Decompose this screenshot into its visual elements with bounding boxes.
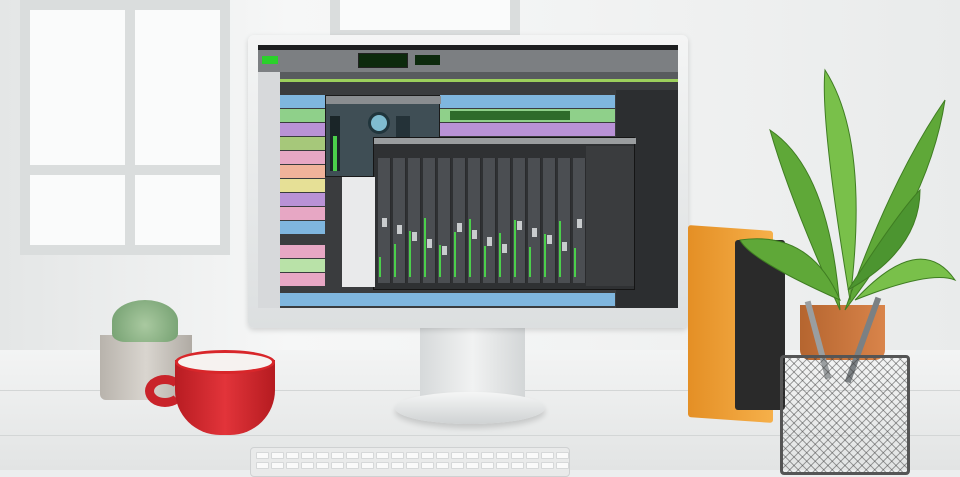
key (451, 452, 464, 459)
key (511, 452, 524, 459)
fader (577, 219, 582, 228)
fader (442, 246, 447, 255)
key (481, 462, 494, 469)
level-meter (559, 221, 561, 277)
level-meter (529, 247, 531, 277)
key (331, 452, 344, 459)
channel-strip (558, 158, 571, 283)
key (286, 452, 299, 459)
fader (427, 239, 432, 248)
key (436, 452, 449, 459)
key (526, 452, 539, 459)
channel-strip (453, 158, 466, 283)
key (541, 452, 554, 459)
key (361, 462, 374, 469)
ruler (280, 72, 678, 82)
key (451, 462, 464, 469)
fader (562, 242, 567, 251)
channel-strip (543, 158, 556, 283)
key (346, 462, 359, 469)
key (466, 452, 479, 459)
channel-strip (438, 158, 451, 283)
fader (397, 225, 402, 234)
fader (517, 221, 522, 230)
daw-screen (258, 45, 678, 308)
fader (412, 232, 417, 241)
channel-strip (513, 158, 526, 283)
key (301, 462, 314, 469)
channel-strip (393, 158, 406, 283)
key (421, 452, 434, 459)
fader (502, 244, 507, 253)
key (391, 462, 404, 469)
key (256, 462, 269, 469)
key (391, 452, 404, 459)
key (346, 452, 359, 459)
fader (547, 235, 552, 244)
key (331, 462, 344, 469)
level-meter (424, 218, 426, 277)
fader (472, 230, 477, 239)
level-meter (409, 231, 411, 277)
level-meter (499, 233, 501, 277)
key (301, 452, 314, 459)
key (496, 462, 509, 469)
toolbar (258, 50, 678, 72)
key (436, 462, 449, 469)
channel-strip (528, 158, 541, 283)
channel-strip (408, 158, 421, 283)
key (376, 452, 389, 459)
succulent (112, 300, 178, 342)
channel-strip (378, 158, 391, 283)
key (541, 462, 554, 469)
level-meter (544, 234, 546, 277)
channel-strip (423, 158, 436, 283)
key (271, 462, 284, 469)
potted-plant (739, 68, 957, 311)
key (316, 462, 329, 469)
edit-panel (342, 177, 375, 287)
level-meter (469, 219, 471, 277)
key (316, 452, 329, 459)
channel-strip (468, 158, 481, 283)
key (556, 452, 569, 459)
mixer-window (373, 137, 636, 290)
level-meter (484, 246, 486, 277)
key (526, 462, 539, 469)
window-upper (330, 0, 520, 40)
key (376, 462, 389, 469)
key (511, 462, 524, 469)
key (256, 452, 269, 459)
key (406, 462, 419, 469)
level-meter (439, 245, 441, 277)
monitor-base (395, 392, 545, 424)
channel-strip (498, 158, 511, 283)
fader (532, 228, 537, 237)
key (421, 462, 434, 469)
cup-rim (175, 350, 275, 374)
level-meter (514, 220, 516, 277)
window (20, 0, 230, 255)
key (286, 462, 299, 469)
channel-strip (573, 158, 586, 283)
key (556, 462, 569, 469)
pencil-holder (780, 355, 910, 475)
fader (382, 218, 387, 227)
channel-strip (483, 158, 496, 283)
level-meter (574, 248, 576, 277)
key (496, 452, 509, 459)
clip-list (258, 72, 280, 308)
key (406, 452, 419, 459)
fader (487, 237, 492, 246)
keyboard (250, 447, 570, 477)
fader (457, 223, 462, 232)
monitor-stand (420, 328, 525, 400)
level-meter (454, 232, 456, 277)
key (361, 452, 374, 459)
key (466, 462, 479, 469)
level-meter (394, 244, 396, 277)
key (271, 452, 284, 459)
level-meter (379, 257, 381, 277)
key (481, 452, 494, 459)
